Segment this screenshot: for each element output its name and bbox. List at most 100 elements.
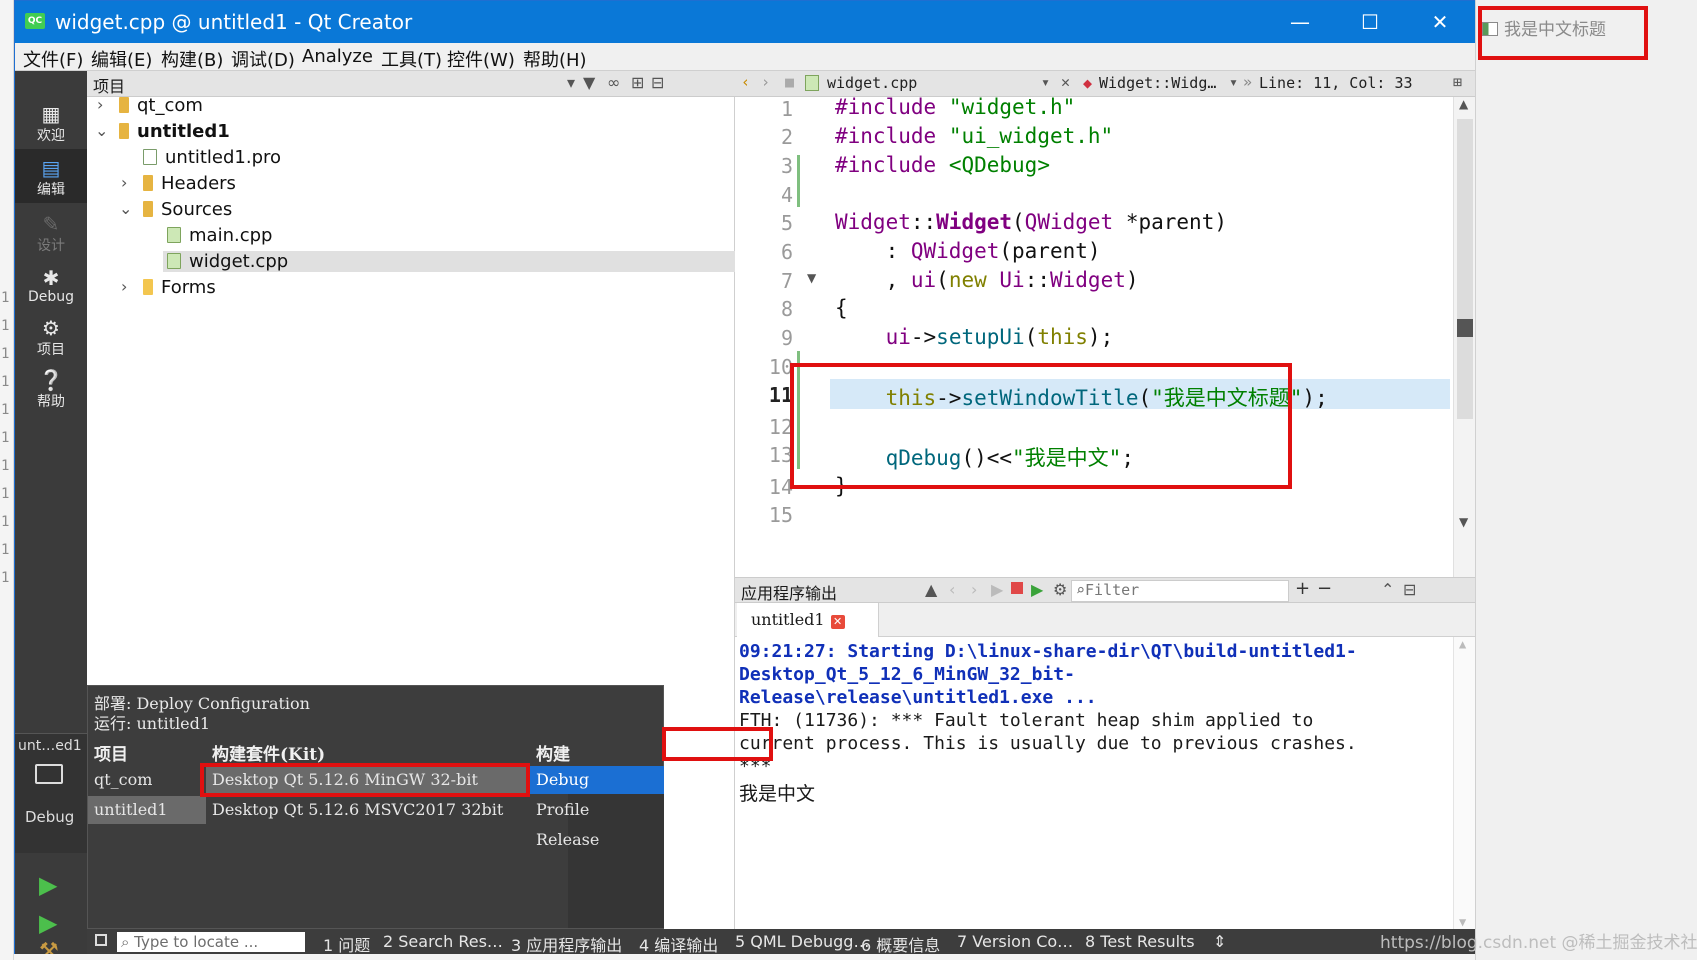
settings-gear-icon[interactable]: ⚙ — [1053, 580, 1067, 599]
editor-file-name[interactable]: widget.cpp — [827, 74, 917, 92]
scroll-up-icon[interactable]: ▲ — [1459, 637, 1466, 651]
tree-item-sources[interactable]: Sources — [143, 199, 232, 220]
locator-input[interactable]: ⌕ Type to locate ... — [117, 932, 305, 952]
menu-file[interactable]: 文件(F) — [23, 46, 83, 72]
mode-welcome[interactable]: ▦ 欢迎 — [15, 95, 87, 149]
pane-tab-app-output[interactable]: 3 应用程序输出 — [511, 932, 622, 956]
zoom-in-icon[interactable]: + — [1295, 578, 1310, 599]
build-debug[interactable]: Debug — [530, 766, 664, 794]
next-icon[interactable]: › — [971, 580, 977, 599]
pane-tab-issues[interactable]: 1 问题 — [323, 932, 370, 956]
symbol-dropdown-icon[interactable]: ▾ — [1229, 73, 1238, 91]
menu-edit[interactable]: 编辑(E) — [91, 46, 152, 72]
link-icon[interactable]: ∞ — [607, 73, 620, 92]
separator-icon: » — [1243, 73, 1253, 91]
maximize-pane-icon[interactable]: ⌃ — [1381, 580, 1394, 599]
run-icon[interactable]: ▶ — [39, 871, 57, 899]
tree-item-label: widget.cpp — [189, 251, 289, 272]
tree-item-label: main.cpp — [189, 225, 273, 246]
filter-icon[interactable]: ▼ — [583, 73, 595, 92]
attach-icon[interactable]: ▲ — [925, 580, 937, 599]
split-editor-icon[interactable]: ⊞ — [1453, 73, 1462, 91]
tree-item-pro-file[interactable]: untitled1.pro — [143, 147, 281, 168]
scroll-down-icon[interactable]: ▼ — [1459, 915, 1466, 929]
pane-chevron-icon[interactable]: ▾ — [567, 73, 575, 92]
tree-item-qt-com[interactable]: qt_com — [119, 95, 203, 116]
kit-project-qt-com[interactable]: qt_com — [88, 766, 206, 794]
output-tab-untitled1[interactable]: untitled1 ✕ — [737, 603, 879, 637]
scroll-down-icon[interactable]: ▼ — [1459, 515, 1468, 529]
forward-arrow-icon[interactable]: › — [761, 73, 770, 91]
mode-design[interactable]: ✎ 设计 — [15, 205, 87, 259]
output-scrollbar[interactable]: ▲ ▼ — [1453, 637, 1475, 935]
rerun-icon[interactable]: ▶ — [991, 580, 1003, 599]
pane-tab-test-results[interactable]: 8 Test Results — [1085, 932, 1195, 951]
tree-item-untitled1[interactable]: untitled1 — [119, 121, 230, 142]
back-arrow-icon[interactable]: ‹ — [741, 73, 750, 91]
toggle-sidebar-icon[interactable] — [95, 934, 107, 946]
fold-marker-icon[interactable]: ▼ — [807, 271, 816, 285]
line-number: 8 — [780, 297, 793, 321]
cursor-position[interactable]: Line: 11, Col: 33 — [1259, 74, 1413, 92]
bg-line-mark: 1 — [1, 318, 10, 334]
expand-arrow-icon[interactable]: › — [121, 277, 127, 296]
mode-projects-label: 项目 — [37, 342, 65, 358]
close-file-icon[interactable]: ✕ — [1061, 73, 1070, 91]
tree-item-headers[interactable]: Headers — [143, 173, 236, 194]
editor-scrollbar[interactable]: ▲ ▼ — [1453, 97, 1475, 577]
kit-msvc[interactable]: Desktop Qt 5.12.6 MSVC2017 32bit — [206, 796, 528, 824]
output-filter-input[interactable]: ⌕Filter — [1071, 580, 1289, 602]
title-bar[interactable]: QC widget.cpp @ untitled1 - Qt Creator —… — [15, 1, 1476, 43]
application-output[interactable]: 09:21:27: Starting D:\linux-share-dir\QT… — [735, 637, 1475, 935]
kit-selector[interactable]: unt…ed1 Debug — [15, 733, 87, 853]
mode-edit[interactable]: ▤ 编辑 — [15, 149, 87, 203]
expand-arrow-icon[interactable]: › — [121, 173, 127, 192]
expand-arrow-icon[interactable]: › — [97, 95, 103, 114]
symbol-selector[interactable]: Widget::Widg… — [1099, 74, 1216, 92]
close-tab-icon[interactable]: ✕ — [830, 615, 845, 629]
close-output-icon[interactable]: ⊟ — [1403, 580, 1416, 599]
pane-tab-qml-debugger[interactable]: 5 QML Debugg… — [735, 932, 869, 951]
zoom-out-icon[interactable]: − — [1317, 578, 1332, 599]
mode-debug[interactable]: ✱ Debug — [15, 259, 87, 313]
split-icon[interactable]: ⊞ — [631, 73, 644, 92]
close-pane-icon[interactable]: ⊟ — [651, 73, 664, 92]
collapse-arrow-icon[interactable]: ⌄ — [119, 199, 132, 218]
file-dropdown-icon[interactable]: ▾ — [1041, 73, 1050, 91]
build-profile[interactable]: Profile — [530, 796, 664, 824]
stop-icon[interactable] — [1011, 582, 1023, 594]
debug-run-icon[interactable]: ▶ — [39, 909, 57, 937]
code-line-6: : QWidget(parent) — [835, 239, 1101, 263]
menu-analyze[interactable]: Analyze — [302, 46, 373, 67]
pane-tab-search[interactable]: 2 Search Res… — [383, 932, 503, 951]
menu-tools[interactable]: 工具(T) — [381, 46, 442, 72]
menu-controls[interactable]: 控件(W) — [447, 46, 515, 72]
run-again-icon[interactable]: ▶ — [1031, 580, 1043, 599]
pane-tab-compile-output[interactable]: 4 编译输出 — [639, 932, 718, 956]
collapse-arrow-icon[interactable]: ⌄ — [95, 121, 108, 140]
menu-debug[interactable]: 调试(D) — [231, 46, 295, 72]
tree-item-widget-cpp[interactable]: widget.cpp — [163, 251, 735, 272]
tree-item-forms[interactable]: Forms — [143, 277, 216, 298]
bg-line-mark: 1 — [1, 458, 10, 474]
folder-icon — [143, 175, 153, 191]
change-marker — [797, 155, 800, 207]
tree-item-main-cpp[interactable]: main.cpp — [167, 225, 272, 246]
line-number: 4 — [780, 183, 793, 207]
scroll-thumb[interactable] — [1457, 119, 1473, 419]
kit-project-untitled1[interactable]: untitled1 — [88, 796, 206, 824]
menu-help[interactable]: 帮助(H) — [523, 46, 587, 72]
minimize-icon[interactable]: — — [1265, 1, 1335, 43]
scroll-up-icon[interactable]: ▲ — [1459, 97, 1468, 111]
mode-help[interactable]: ❔ 帮助 — [15, 361, 87, 415]
code-editor[interactable]: 1 2 3 4 5 6 7 8 9 10 11 12 13 14 15 ▼ #i… — [735, 95, 1475, 577]
prev-icon[interactable]: ‹ — [949, 580, 955, 599]
pane-tab-general-messages[interactable]: 6 概要信息 — [861, 932, 940, 956]
mode-projects[interactable]: ⚙ 项目 — [15, 309, 87, 363]
pane-tab-version-control[interactable]: 7 Version Co… — [957, 932, 1073, 951]
menu-build[interactable]: 构建(B) — [161, 46, 223, 72]
maximize-icon[interactable]: ☐ — [1335, 1, 1405, 43]
pane-tabs-more-icon[interactable]: ⇕ — [1213, 932, 1226, 951]
close-icon[interactable]: ✕ — [1405, 1, 1475, 43]
build-release[interactable]: Release — [530, 826, 664, 854]
